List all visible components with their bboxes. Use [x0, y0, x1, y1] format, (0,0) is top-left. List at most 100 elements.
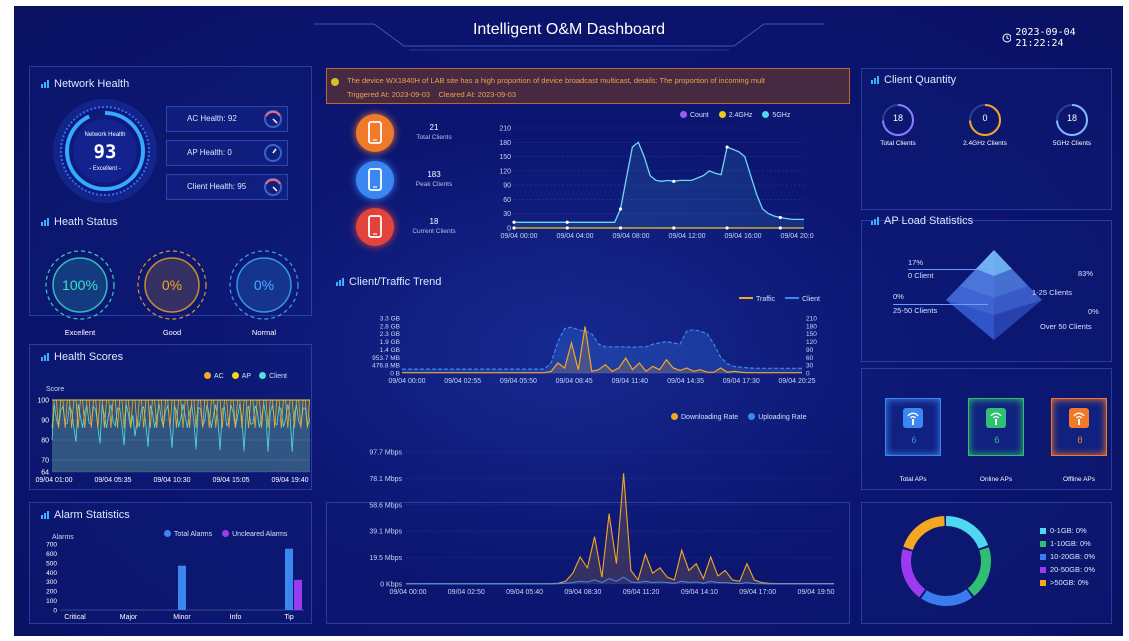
legend-uncleared-alarms[interactable]: Uncleared Alarms — [222, 530, 287, 538]
x-tick-label: 09/04 19:50 — [798, 589, 835, 596]
y-left-tick: 953.7 MB — [372, 355, 400, 362]
download-area — [406, 473, 834, 584]
dashboard: Intelligent O&M Dashboard 2023-09-04 21:… — [14, 6, 1123, 636]
health-scores-legend: AC AP Client — [204, 372, 287, 380]
ap-stat-value: 0 — [1077, 436, 1083, 446]
bar-chart-icon — [41, 80, 49, 88]
client-stat-circle — [356, 208, 394, 246]
data-point — [778, 226, 782, 230]
client-count-chart: 0 30 60 90 120 150 180 210 09/04 00:00 09/04 04:0… — [499, 126, 814, 241]
legend-traffic[interactable]: Traffic — [739, 296, 775, 303]
client-health-dial-icon — [264, 178, 282, 196]
legend-2-4ghz[interactable]: 2.4GHz — [718, 111, 752, 119]
x-tick-label: Minor — [173, 614, 191, 621]
x-tick-label: 09/04 02:55 — [444, 378, 481, 385]
client-stat-label: Current Clients — [412, 228, 456, 235]
ap-load-pct-25-50: 0% — [893, 292, 904, 301]
y-tick-label: 150 — [499, 154, 511, 161]
data-point — [725, 145, 729, 149]
x-tick-label: 09/04 00:00 — [501, 233, 538, 240]
legend-uploading[interactable]: Uploading Rate — [748, 413, 806, 421]
y-right-tick: 0 — [806, 371, 810, 378]
client-quantity-label: 5GHz Clients — [1052, 140, 1092, 147]
y-tick-label: 600 — [46, 551, 57, 558]
ap-load-name-1-25: 1-25 Clients — [1032, 288, 1073, 297]
ap-health-dial-icon — [264, 144, 282, 162]
x-tick-label: 09/04 20:25 — [779, 378, 816, 385]
y-tick-label: 70 — [41, 458, 49, 465]
legend-ap[interactable]: AP — [231, 372, 251, 380]
storage-legend-label: 1-10GB: 0% — [1050, 539, 1091, 548]
client-quantity-value: 18 — [892, 113, 903, 123]
health-status-value: 100% — [62, 277, 98, 293]
bar-total-alarms — [285, 548, 293, 610]
bar-chart-icon — [41, 218, 49, 226]
storage-legend-item[interactable]: >50GB: 0% — [1040, 576, 1095, 589]
x-tick-label: Critical — [64, 614, 86, 621]
x-tick-label: 09/04 08:00 — [613, 233, 650, 240]
ap-load-pct-1-25: 83% — [1078, 269, 1094, 278]
data-point — [672, 226, 676, 230]
alert-times: Triggered At: 2023-09-03 Cleared At: 202… — [347, 90, 517, 99]
y-tick-label: 500 — [46, 560, 57, 567]
alert-banner[interactable]: The device WX1840H of LAB site has a hig… — [326, 68, 850, 104]
legend-client[interactable]: Client — [259, 372, 287, 380]
client-count-legend: Count 2.4GHz 5GHz — [680, 111, 790, 119]
ap-stat-box: 0 — [1051, 398, 1107, 456]
storage-legend-item[interactable]: 0-1GB: 0% — [1040, 524, 1095, 537]
x-tick-label: 09/04 17:30 — [723, 378, 760, 385]
legend-5ghz[interactable]: 5GHz — [762, 111, 790, 119]
mobile-phone-icon — [368, 215, 382, 238]
mobile-phone-icon — [368, 121, 382, 144]
rate-chart: 0 Kbps 19.5 Mbps 39.1 Mbps 58.6 Mbps 78.1 Mb… — [369, 450, 835, 597]
rate-legend: Downloading Rate Uploading Rate — [671, 413, 806, 421]
storage-donut — [901, 516, 991, 606]
x-tick-label: 09/04 08:30 — [564, 589, 601, 596]
legend-total-alarms[interactable]: Total Alarms — [164, 530, 212, 538]
bar-total-alarms — [178, 565, 186, 610]
x-tick-label: 09/04 20:00 — [781, 233, 814, 240]
x-tick-label: 09/04 17:00 — [739, 589, 776, 596]
y-tick-label: 80 — [41, 438, 49, 445]
y-right-tick: 180 — [806, 323, 817, 330]
storage-legend-item[interactable]: 20-50GB: 0% — [1040, 563, 1095, 576]
client-stat-label: Peak Clients — [415, 181, 453, 188]
x-tick-label: 09/04 12:00 — [669, 233, 706, 240]
legend-count[interactable]: Count — [680, 111, 709, 119]
client-quantity-label: Total Clients — [880, 140, 916, 147]
x-tick-label: 09/04 16:00 — [725, 233, 762, 240]
data-point — [565, 220, 569, 224]
mobile-phone-icon — [368, 168, 382, 191]
bar-uncleared-alarms — [294, 579, 302, 610]
y-left-tick: 2.8 GB — [380, 323, 400, 330]
health-status-label: Good — [162, 328, 182, 337]
y-tick-label: 100 — [46, 598, 57, 605]
ap-load-name-25-50: 25-50 Clients — [893, 304, 988, 315]
x-tick-label: 09/04 11:20 — [623, 589, 660, 596]
y-left-tick: 0 B — [390, 371, 400, 378]
legend-downloading[interactable]: Downloading Rate — [671, 413, 738, 421]
page-title: Intelligent O&M Dashboard — [472, 21, 666, 38]
x-tick-label: 09/04 11:40 — [612, 378, 649, 385]
legend-ac[interactable]: AC — [204, 372, 224, 380]
y-tick-label: 39.1 Mbps — [369, 529, 402, 536]
ap-stat-label: Offline APs — [1062, 476, 1096, 483]
storage-legend-item[interactable]: 10-20GB: 0% — [1040, 550, 1095, 563]
storage-legend-item[interactable]: 1-10GB: 0% — [1040, 537, 1095, 550]
ap-load-pct-over-50: 0% — [1088, 307, 1099, 316]
data-point — [725, 226, 729, 230]
y-right-tick: 30 — [806, 363, 814, 370]
alarm-title: Alarm Statistics — [41, 509, 130, 521]
y-right-tick: 60 — [806, 355, 814, 362]
storage-legend-label: 20-50GB: 0% — [1050, 565, 1096, 574]
legend-client[interactable]: Client — [785, 296, 820, 303]
trend-legend: Traffic Client — [739, 296, 820, 303]
access-point-icon — [986, 408, 1006, 428]
legend-swatch — [1040, 553, 1046, 560]
client-traffic-chart: 0 B 0 476.8 MB 30 953.7 MB 60 1.4 GB 90 1.9 GB 12… — [372, 316, 817, 386]
health-scores-title: Health Scores — [41, 351, 123, 363]
client-stat-value: 21 — [429, 123, 439, 132]
bar-chart-icon — [41, 353, 49, 361]
network-health-grade: - Excellent - — [89, 166, 121, 172]
health-status-item: 100% Excellent — [44, 249, 116, 341]
